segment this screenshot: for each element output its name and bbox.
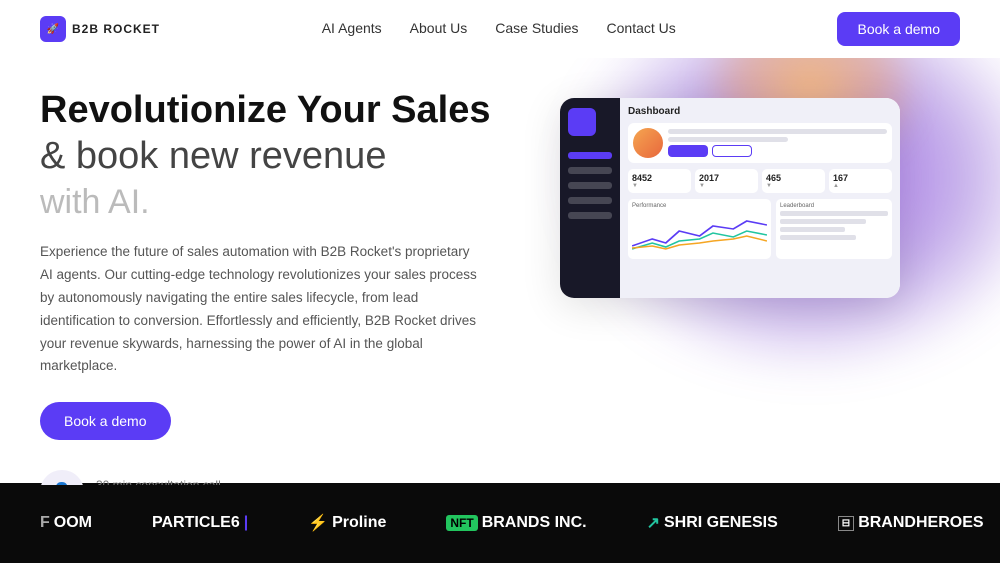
nav-about-us[interactable]: About Us xyxy=(410,20,468,36)
leaderboard-chart: Leaderboard xyxy=(776,199,892,259)
logo[interactable]: 🚀 B2B ROCKET xyxy=(40,16,160,42)
brand-proline: ⚡ Proline xyxy=(308,513,386,533)
hero-title-bold: Revolutionize Your Sales xyxy=(40,89,491,131)
consult-text: 30 min consultation call Speak with an e… xyxy=(96,478,225,485)
brands-track: FOOM PARTICLE6| ⚡ Proline NFT BRANDS INC… xyxy=(0,513,1000,533)
logo-text: B2B ROCKET xyxy=(72,22,160,36)
dash-tl-1 xyxy=(668,129,887,134)
brand-particle6: PARTICLE6| xyxy=(152,514,248,532)
nav-case-studies[interactable]: Case Studies xyxy=(495,20,578,36)
dashboard-charts: Performance Leaderboard xyxy=(628,199,892,259)
logo-icon: 🚀 xyxy=(40,16,66,42)
hero-title-ai: with AI. xyxy=(40,183,150,221)
nav-links: AI Agents About Us Case Studies Contact … xyxy=(322,20,676,38)
lb-row-2 xyxy=(780,219,866,224)
leaderboard-rows xyxy=(780,211,888,240)
dash-sb-item-5 xyxy=(568,212,612,219)
lb-row-3 xyxy=(780,227,845,232)
hero-book-demo-button[interactable]: Book a demo xyxy=(40,402,171,440)
performance-svg xyxy=(632,211,767,251)
dash-outline-btn xyxy=(712,145,752,157)
hero-description: Experience the future of sales automatio… xyxy=(40,241,480,379)
dashboard-main: Dashboard 8452 ▼ xyxy=(620,98,900,298)
hero-title: Revolutionize Your Sales & book new reve… xyxy=(40,88,500,225)
brand-nft: NFT BRANDS INC. xyxy=(446,514,586,532)
dash-cta-btn xyxy=(668,145,708,157)
dash-logo-icon xyxy=(568,108,596,136)
dashboard-figure-row xyxy=(628,123,892,163)
dash-sb-item-3 xyxy=(568,182,612,189)
hero-left: Revolutionize Your Sales & book new reve… xyxy=(40,88,500,485)
dashboard-text-lines xyxy=(668,129,887,157)
dash-tl-2 xyxy=(668,137,788,142)
hero-section: Revolutionize Your Sales & book new reve… xyxy=(0,58,1000,485)
dashboard-avatar xyxy=(633,128,663,158)
dash-stat-2: 2017 ▼ xyxy=(695,169,758,193)
performance-chart: Performance xyxy=(628,199,771,259)
nav-ai-agents[interactable]: AI Agents xyxy=(322,20,382,36)
dash-sb-item-2 xyxy=(568,167,612,174)
consult-avatar: 👤 xyxy=(40,470,84,485)
nav-contact-us[interactable]: Contact Us xyxy=(607,20,676,36)
brand-brandheroes: ⊟ BRANDHEROES xyxy=(838,514,984,532)
dash-btn-row xyxy=(668,145,887,157)
navbar: 🚀 B2B ROCKET AI Agents About Us Case Stu… xyxy=(0,0,1000,58)
dash-stat-4: 167 ▲ xyxy=(829,169,892,193)
dash-sb-item-1 xyxy=(568,152,612,159)
nav-book-demo-button[interactable]: Book a demo xyxy=(837,12,960,46)
brand-foom: FOOM xyxy=(40,514,92,532)
hero-right: Dashboard 8452 ▼ xyxy=(500,88,960,485)
consultation-row: 👤 30 min consultation call Speak with an… xyxy=(40,470,500,485)
dashboard-title: Dashboard xyxy=(628,106,892,117)
dashboard-stats: 8452 ▼ 2017 ▼ 465 ▼ 167 ▲ xyxy=(628,169,892,193)
hero-title-normal: & book new revenue xyxy=(40,135,386,177)
dash-stat-3: 465 ▼ xyxy=(762,169,825,193)
dash-sb-item-4 xyxy=(568,197,612,204)
dash-stat-1: 8452 ▼ xyxy=(628,169,691,193)
brands-bar: FOOM PARTICLE6| ⚡ Proline NFT BRANDS INC… xyxy=(0,483,1000,563)
dashboard-mockup: Dashboard 8452 ▼ xyxy=(560,98,900,298)
brand-shri-genesis: ↗ SHRI GENESIS xyxy=(647,513,778,533)
lb-row-1 xyxy=(780,211,888,216)
lb-row-4 xyxy=(780,235,856,240)
dashboard-sidebar xyxy=(560,98,620,298)
consult-label: 30 min consultation call xyxy=(96,478,225,485)
